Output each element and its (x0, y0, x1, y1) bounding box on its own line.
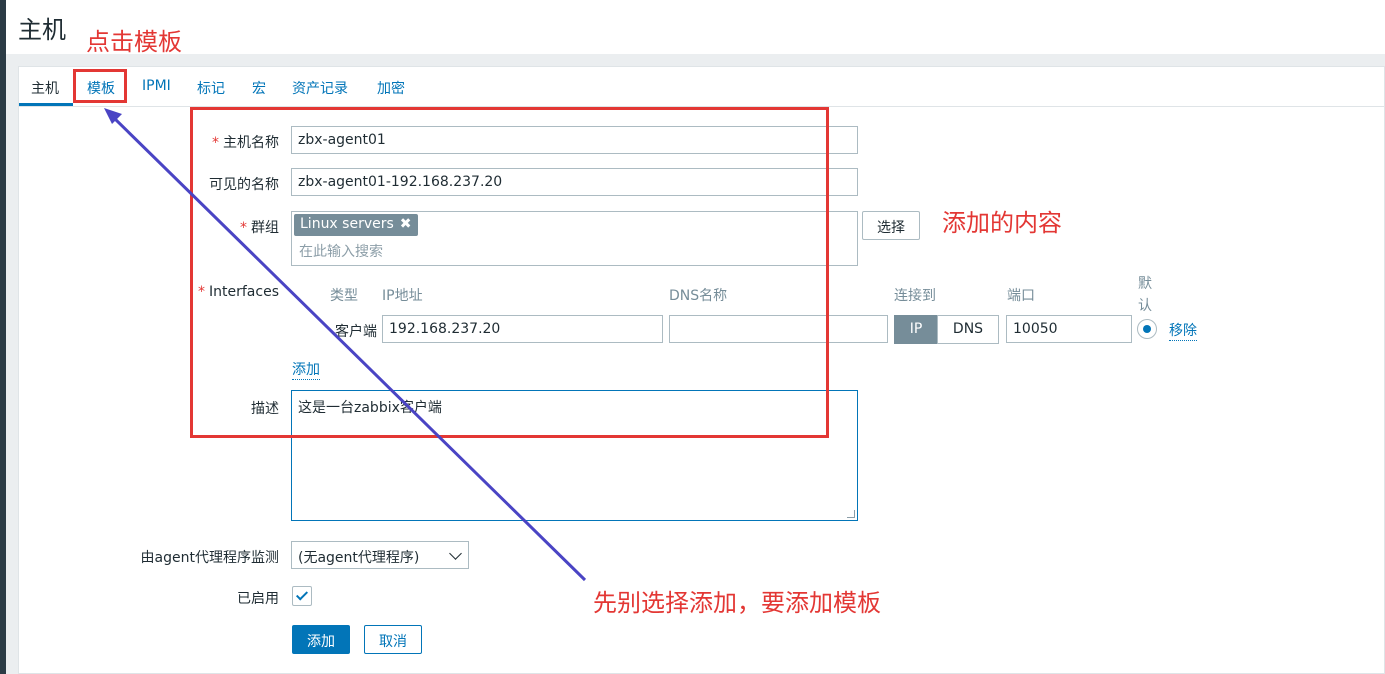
annotation-added-content: 添加的内容 (942, 209, 1062, 237)
proxy-select[interactable]: (无agent代理程序) (291, 541, 469, 569)
tab-inventory[interactable]: 资产记录 (292, 78, 348, 98)
select-groups-button[interactable]: 选择 (862, 211, 920, 240)
col-default: 默认 (1138, 276, 1152, 314)
col-port: 端口 (1007, 288, 1035, 304)
enabled-checkbox[interactable] (292, 586, 312, 606)
interface-port-input[interactable]: 10050 (1006, 315, 1132, 343)
left-sidebar-strip (0, 0, 6, 674)
page-header (6, 0, 1385, 54)
resize-handle-icon[interactable] (847, 510, 855, 518)
tab-host[interactable]: 主机 (31, 78, 59, 98)
connect-dns-toggle[interactable]: DNS (937, 315, 999, 344)
checkmark-icon (295, 588, 309, 601)
default-interface-radio[interactable] (1137, 319, 1157, 339)
remove-interface-link[interactable]: 移除 (1169, 320, 1197, 341)
active-tab-indicator (19, 103, 73, 106)
tab-encryption[interactable]: 加密 (377, 78, 405, 98)
annotation-box-templates-tab (73, 69, 127, 103)
proxy-label: 由agent代理程序监测 (140, 550, 279, 566)
annotation-box-added-content (190, 107, 829, 438)
tab-ipmi[interactable]: IPMI (142, 78, 171, 94)
add-host-button[interactable]: 添加 (292, 625, 350, 654)
col-connect: 连接到 (894, 288, 936, 304)
proxy-selected-value: (无agent代理程序) (298, 550, 420, 566)
tab-macros[interactable]: 宏 (252, 78, 266, 98)
annotation-note: 先别选择添加，要添加模板 (593, 589, 881, 617)
tab-tags[interactable]: 标记 (197, 78, 225, 98)
enabled-label: 已启用 (237, 591, 279, 607)
annotation-click-template: 点击模板 (86, 28, 182, 56)
page-title: 主机 (18, 16, 66, 44)
tab-bar: 主机 模板 IPMI 标记 宏 资产记录 加密 (19, 67, 1385, 107)
connect-ip-toggle[interactable]: IP (894, 315, 938, 344)
chevron-down-icon (449, 547, 462, 560)
cancel-button[interactable]: 取消 (364, 625, 422, 654)
